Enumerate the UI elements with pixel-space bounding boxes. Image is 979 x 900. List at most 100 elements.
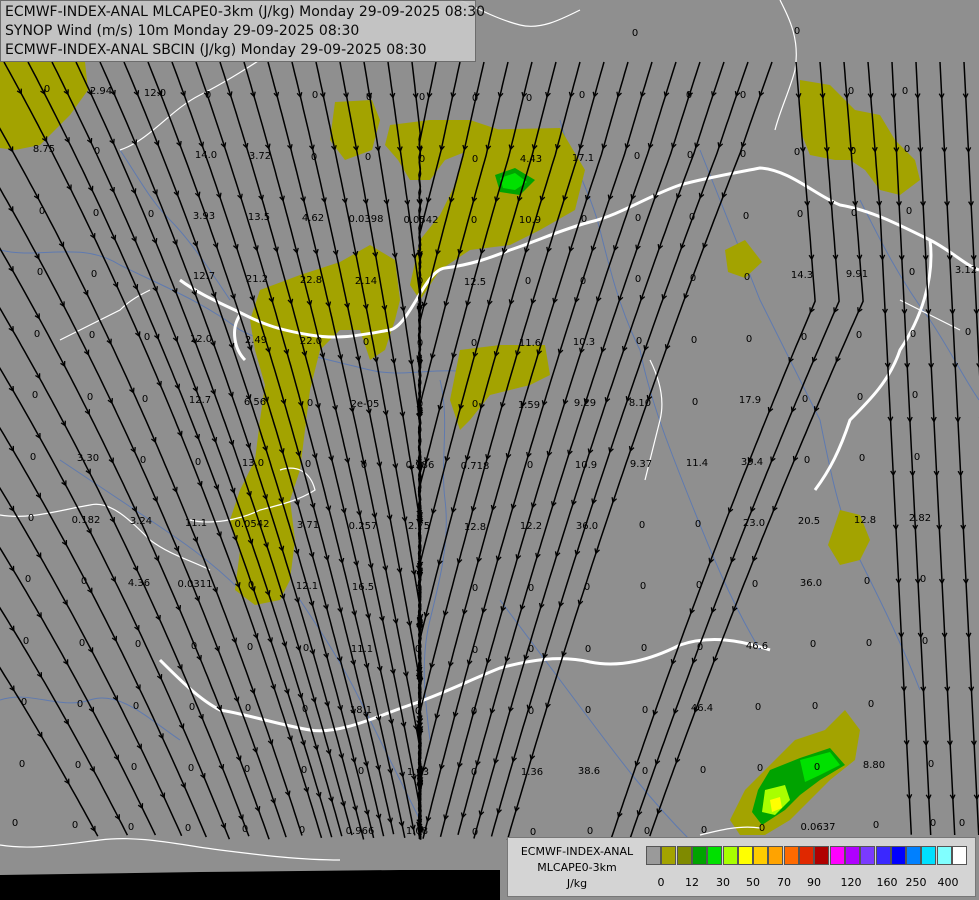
value-label: 0 <box>133 701 139 712</box>
value-label: 0 <box>417 338 423 349</box>
value-label: 0 <box>528 644 534 655</box>
value-label: 0 <box>87 392 93 403</box>
value-label: 0 <box>472 583 478 594</box>
legend-swatch <box>691 846 707 865</box>
value-label: 0 <box>759 823 765 834</box>
value-label: 3.24 <box>130 516 152 527</box>
value-label: 0 <box>810 639 816 650</box>
value-label: 0 <box>135 639 141 650</box>
value-label: 0 <box>848 86 854 97</box>
value-label: 0 <box>697 642 703 653</box>
value-label: 3.30 <box>77 453 99 464</box>
value-label: 0 <box>419 154 425 165</box>
value-label: 0.182 <box>72 515 101 526</box>
legend-swatch <box>936 846 952 865</box>
value-label: 1.36 <box>521 767 543 778</box>
value-label: 0 <box>417 276 423 287</box>
value-label: 0 <box>868 699 874 710</box>
value-label: 0 <box>635 274 641 285</box>
value-label: 0 <box>89 330 95 341</box>
map-canvas[interactable]: 0 2.94 12.0 0 0 0 0 0 0 0 0 0 0 0 0 0 8.75 0 14.0 3.72 0 0 0 0 4… <box>0 0 979 900</box>
value-label: 0 <box>366 92 372 103</box>
value-label: 0 <box>189 702 195 713</box>
value-label: 0 <box>640 581 646 592</box>
value-label: 0 <box>417 399 423 410</box>
value-label: 0 <box>632 28 638 39</box>
value-label: 0 <box>581 214 587 225</box>
value-label: 0 <box>91 269 97 280</box>
value-label: 8.80 <box>863 760 885 771</box>
value-label: 0 <box>584 582 590 593</box>
value-label: 0 <box>928 759 934 770</box>
value-label: 0 <box>930 818 936 829</box>
value-label: 12.7 <box>193 271 215 282</box>
value-label: 11.4 <box>686 458 708 469</box>
value-label: 12.8 <box>464 522 486 533</box>
value-label: 3.93 <box>193 211 215 222</box>
value-label: 0 <box>636 336 642 347</box>
value-label: 0 <box>185 823 191 834</box>
value-label: 0 <box>144 332 150 343</box>
legend-swatch <box>707 846 723 865</box>
value-label: 0.966 <box>346 826 375 837</box>
value-label: 0 <box>471 767 477 778</box>
value-label: 0 <box>131 762 137 773</box>
value-label: 0 <box>472 93 478 104</box>
value-label: 0 <box>471 706 477 717</box>
value-label: 46.4 <box>691 703 713 714</box>
legend-swatch <box>661 846 677 865</box>
value-label: 0 <box>757 763 763 774</box>
value-label: 0 <box>358 766 364 777</box>
value-label: 38.6 <box>578 766 600 777</box>
value-label: 0 <box>794 147 800 158</box>
value-label: 0 <box>72 820 78 831</box>
value-label: 0 <box>30 452 36 463</box>
value-label: 0 <box>528 583 534 594</box>
value-label: 0 <box>247 642 253 653</box>
value-label: 0 <box>242 824 248 835</box>
value-label: 14.0 <box>195 150 217 161</box>
value-label: 0 <box>794 26 800 37</box>
value-label: 0 <box>812 701 818 712</box>
legend-swatch <box>676 846 692 865</box>
value-label: 2.82 <box>909 513 931 524</box>
value-label: 0.0542 <box>404 215 439 226</box>
value-label: 0 <box>579 90 585 101</box>
legend-swatch <box>890 846 906 865</box>
value-label: 0 <box>363 337 369 348</box>
legend-swatch <box>646 846 661 865</box>
value-label: 0 <box>25 574 31 585</box>
value-label: 0 <box>248 580 254 591</box>
legend-swatch <box>814 846 830 865</box>
value-label: 0 <box>79 638 85 649</box>
value-label: 0 <box>191 641 197 652</box>
value-label: 0 <box>128 822 134 833</box>
legend-swatch <box>875 846 891 865</box>
value-label: 0 <box>859 453 865 464</box>
value-label: 0 <box>472 645 478 656</box>
value-label: 0 <box>302 704 308 715</box>
value-label: 0 <box>914 452 920 463</box>
value-label: 0 <box>857 392 863 403</box>
value-label: 0 <box>804 455 810 466</box>
value-label: 16.5 <box>352 582 374 593</box>
value-label: 2.14 <box>355 276 377 287</box>
value-label: 0 <box>471 215 477 226</box>
value-label: 0 <box>904 144 910 155</box>
legend-tick: 90 <box>807 876 821 889</box>
value-label: 14.3 <box>791 270 813 281</box>
value-label: 10.9 <box>575 460 597 471</box>
value-label: 0 <box>361 460 367 471</box>
value-label: 0 <box>419 92 425 103</box>
value-label: 18.1 <box>350 705 372 716</box>
value-label: 0 <box>28 513 34 524</box>
value-label: 0 <box>299 825 305 836</box>
legend-swatch <box>844 846 860 865</box>
value-label: 0 <box>472 399 478 410</box>
value-label: 0 <box>585 705 591 716</box>
value-label: 0 <box>641 643 647 654</box>
value-label: 0 <box>81 576 87 587</box>
value-label: 0 <box>740 90 746 101</box>
legend-title-1: ECMWF-INDEX-ANAL <box>520 845 634 858</box>
value-label: 10.9 <box>519 215 541 226</box>
